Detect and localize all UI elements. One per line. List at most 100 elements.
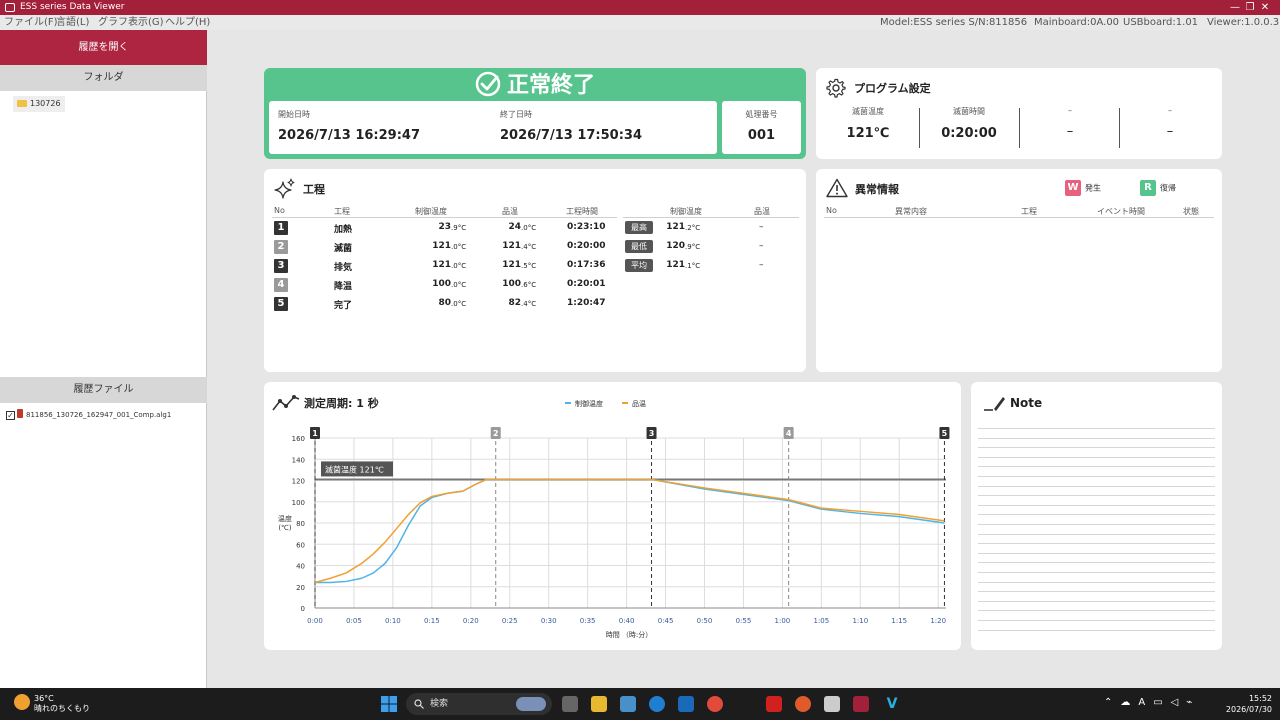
note-line: [978, 620, 1215, 621]
menu-graph[interactable]: グラフ表示(G): [98, 15, 164, 30]
ctrl-temp-int: 121: [432, 241, 451, 251]
menu-bar: ファイル(F) 言語(L) グラフ表示(G) ヘルプ(H) Model:ESS …: [0, 15, 1280, 30]
app-icon-red[interactable]: [795, 696, 811, 712]
sidebar: 履歴を開く フォルダ 130726 履歴ファイル ✓ 811856_130726_…: [0, 30, 207, 688]
vpn-icon[interactable]: V: [884, 696, 900, 712]
program-column-3-label: –: [1068, 106, 1072, 115]
divider: [919, 108, 920, 148]
chrome-icon[interactable]: [707, 696, 723, 712]
x-tick-label: 0:45: [658, 617, 674, 625]
note-line: [978, 543, 1215, 545]
taskbar-search[interactable]: 検索: [406, 693, 552, 715]
note-line: [978, 610, 1215, 612]
note-line: [978, 504, 1215, 506]
col-header-step: 工程: [334, 207, 350, 216]
menu-language[interactable]: 言語(L): [56, 15, 89, 30]
note-line: [978, 581, 1215, 583]
ctrl-temp-int: 121: [432, 260, 451, 270]
file-icon: [17, 409, 23, 418]
start-value: 2026/7/13 16:29:47: [278, 128, 421, 143]
acrobat-icon[interactable]: [766, 696, 782, 712]
outlook-icon[interactable]: [678, 696, 694, 712]
y-tick-label: 140: [292, 456, 305, 464]
x-tick-label: 0:55: [736, 617, 752, 625]
folder-item[interactable]: 130726: [13, 96, 65, 112]
status-text: 正常終了: [506, 73, 595, 98]
alarm-col-step: 工程: [1021, 207, 1037, 216]
program-column-4: – –: [1125, 106, 1215, 139]
program-column-3: – –: [1025, 106, 1115, 139]
x-tick-label: 0:00: [307, 617, 323, 625]
alarm-card: 異常情報 W 発生 R 復帰 No 異常内容 工程 イベント時間 状態: [816, 169, 1222, 372]
x-tick-label: 0:40: [619, 617, 635, 625]
step-name: 完了: [334, 301, 353, 311]
note-line: [978, 485, 1215, 487]
check-circle-icon: [475, 71, 501, 97]
stat-ctrl-int: 120: [666, 241, 685, 251]
history-file-header: 履歴ファイル: [0, 377, 207, 403]
legend-recovered: R 復帰: [1140, 180, 1176, 196]
folder-item-label: 130726: [30, 99, 61, 108]
header-underline: [824, 217, 1214, 218]
stat-label-badge: 平均: [625, 259, 653, 272]
legend-occurred: W 発生: [1065, 180, 1101, 196]
alarm-col-event-time: イベント時間: [1097, 207, 1145, 216]
photos-icon[interactable]: [620, 696, 636, 712]
ctrl-temp-dec: .0°C: [451, 300, 467, 308]
note-line: [978, 591, 1215, 593]
close-button[interactable]: ✕: [1250, 0, 1280, 15]
col-header-time: 工程時間: [566, 207, 598, 216]
file-explorer-icon[interactable]: [591, 696, 607, 712]
file-checkbox[interactable]: ✓: [6, 411, 15, 420]
system-tray[interactable]: ⌃☁A▭◁⌁: [1104, 697, 1200, 708]
process-row: 1 加熱 23.9°C 24.0°C 0:23:10 最高 121.2°C –: [264, 219, 806, 238]
process-card: 工程 No 工程 制御温度 品温 工程時間 制御温度 品温 1 加熱 23.9°C 2…: [264, 169, 806, 372]
alarm-col-content: 異常内容: [895, 207, 927, 216]
stat-ctrl-dec: .9°C: [685, 243, 701, 251]
x-tick-label: 0:20: [463, 617, 479, 625]
menu-help[interactable]: ヘルプ(H): [165, 15, 210, 30]
step-time: 1:20:47: [567, 298, 606, 308]
clock[interactable]: 15:52 2026/07/30: [1226, 693, 1272, 715]
stat-ctrl-dec: .2°C: [685, 224, 701, 232]
step-number-badge: 5: [274, 297, 288, 311]
x-tick-label: 1:05: [813, 617, 829, 625]
weather-desc: 晴れのちくもり: [34, 704, 90, 713]
divider: [1019, 108, 1020, 148]
prod-temp-int: 24: [508, 222, 521, 232]
col-header-ctrl-temp-stats: 制御温度: [670, 207, 702, 216]
history-file-item[interactable]: ✓ 811856_130726_162947_001_Comp.alg1: [6, 408, 171, 422]
model-info: Model:ESS series S/N:811856: [880, 17, 1028, 28]
open-history-button[interactable]: 履歴を開く: [0, 30, 207, 65]
task-view-icon[interactable]: [562, 696, 578, 712]
weather-widget[interactable]: 36°C 晴れのちくもり: [34, 694, 90, 714]
step-marker-label: 1: [312, 429, 318, 438]
windows-start-icon[interactable]: [381, 696, 397, 712]
app-icon-window[interactable]: [824, 696, 840, 712]
legend-label: 制御温度: [575, 399, 603, 408]
step-number-badge: 3: [274, 259, 288, 273]
y-tick-label: 40: [296, 563, 305, 571]
menu-file[interactable]: ファイル(F): [4, 15, 58, 30]
clock-date: 2026/07/30: [1225, 705, 1272, 714]
x-tick-label: 1:20: [930, 617, 946, 625]
edge-icon[interactable]: [649, 696, 665, 712]
prod-temp-dec: .6°C: [521, 281, 537, 289]
legend-label: 品温: [632, 399, 646, 408]
ess-viewer-icon[interactable]: [853, 696, 869, 712]
end-label: 終了日時: [500, 110, 532, 119]
end-value: 2026/7/13 17:50:34: [500, 128, 643, 143]
sterilize-time-label: 滅菌時間: [953, 107, 985, 116]
step-marker-label: 4: [786, 429, 792, 438]
stat-label-badge: 最高: [625, 221, 653, 234]
note-line: [978, 456, 1215, 458]
y-tick-label: 0: [301, 605, 305, 613]
usbboard-info: USBboard:1.01: [1123, 17, 1199, 28]
search-label: 検索: [430, 699, 449, 709]
annotation-text: 滅菌温度 121℃: [325, 464, 384, 474]
status-times-panel: 開始日時 2026/7/13 16:29:47 終了日時 2026/7/13 1…: [269, 101, 717, 154]
legend-r-badge: R: [1140, 180, 1156, 196]
note-line: [978, 437, 1215, 439]
ctrl-temp-int: 80: [438, 298, 451, 308]
legend-w-badge: W: [1065, 180, 1081, 196]
